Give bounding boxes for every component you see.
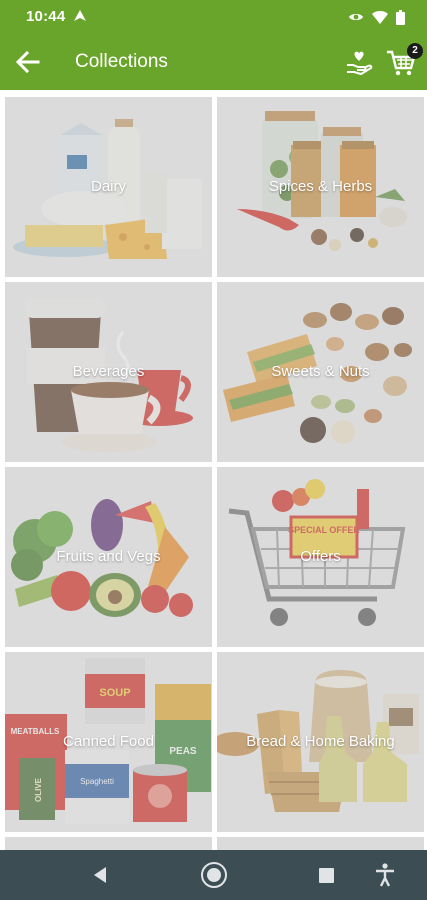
system-navigation-bar <box>0 850 427 900</box>
app-bar: Collections 2 <box>0 34 427 90</box>
collection-label: Bread & Home Baking <box>246 733 395 750</box>
status-bar: 10:44 <box>0 0 427 34</box>
status-icons <box>348 9 405 25</box>
nav-recents-square-icon[interactable] <box>317 862 337 888</box>
battery-icon <box>396 9 405 25</box>
status-time: 10:44 <box>26 8 66 25</box>
cart-count-badge: 2 <box>407 43 423 59</box>
back-arrow-icon[interactable] <box>12 47 42 77</box>
collection-label: Fruits and Vegs <box>56 548 161 565</box>
collection-label: Spices & Herbs <box>268 178 373 195</box>
collection-label: Sweets & Nuts <box>271 363 370 380</box>
wifi-icon <box>372 10 388 24</box>
collection-tile-spices-herbs[interactable]: Spices & Herbs <box>217 97 424 277</box>
data-saver-icon <box>349 14 363 20</box>
wishlist-hand-heart-icon[interactable] <box>345 48 373 76</box>
navigation-arrow-icon <box>74 10 86 21</box>
collections-grid: Dairy Spices & Herbs Beverages Sweets & … <box>0 90 427 853</box>
collection-tile-canned-food[interactable]: SOUP PEAS MEATBALLS OLIVE Spaghetti Cann… <box>5 652 212 832</box>
collection-tile-offers[interactable]: SPECIAL OFFER Offers <box>217 467 424 647</box>
collection-label: Canned Food <box>63 733 154 750</box>
accessibility-icon[interactable] <box>374 862 396 888</box>
collection-tile-beverages[interactable]: Beverages <box>5 282 212 462</box>
collection-tile-bread-home-baking[interactable]: Bread & Home Baking <box>217 652 424 832</box>
collection-label: Beverages <box>72 363 145 380</box>
collection-label: Dairy <box>90 178 126 195</box>
page-title: Collections <box>75 51 168 72</box>
collection-label: Offers <box>300 548 341 565</box>
collection-tile-fruits-vegs[interactable]: Fruits and Vegs <box>5 467 212 647</box>
nav-home-circle-icon[interactable] <box>199 862 229 888</box>
collection-tile-sweets-nuts[interactable]: Sweets & Nuts <box>217 282 424 462</box>
collections-screen: 10:44 Collections 2 Dairy Spices & Herbs… <box>0 0 427 900</box>
nav-back-triangle-icon[interactable] <box>90 862 108 888</box>
collection-tile-dairy[interactable]: Dairy <box>5 97 212 277</box>
